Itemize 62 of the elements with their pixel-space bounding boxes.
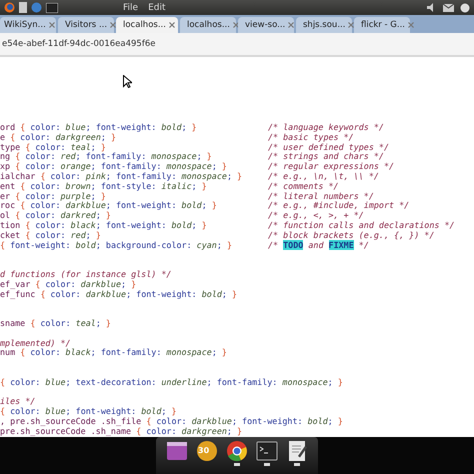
close-icon[interactable] <box>168 22 175 28</box>
browser-tab[interactable]: WikiSyn... <box>0 17 56 33</box>
menu-item[interactable]: Edit <box>147 2 166 12</box>
code-line: er { color: purple; } <box>0 192 106 201</box>
text-editor-icon[interactable] <box>286 440 308 462</box>
code-line: iles */ <box>0 397 36 408</box>
close-icon[interactable] <box>232 22 239 28</box>
code-line: ol { color: darkred; } <box>0 211 112 221</box>
code-line: , pre.sh_sourceCode .sh_file { color: darkblue; font-weight: bold; } <box>0 416 344 427</box>
code-line: ent { color: brown; font-style: italic; } <box>0 182 207 192</box>
code-line: d functions (for instance glsl) */ <box>0 270 172 280</box>
sun-icon[interactable] <box>196 440 218 462</box>
day-number-label: 30 <box>198 446 210 455</box>
code-line: xp { color: orange; font-family: monospace; } <box>0 162 228 172</box>
code-line: { color: blue; text-decoration: underline; font-family: monospace; } <box>0 378 344 388</box>
browser-tab[interactable]: localhos... <box>180 17 236 33</box>
window-icon[interactable] <box>166 440 188 462</box>
close-icon[interactable] <box>408 22 414 28</box>
code-comment: /* comments */ <box>268 182 340 192</box>
code-line: sname { color: teal; } <box>0 318 112 329</box>
browser-tab[interactable]: shjs.sou... <box>296 17 352 33</box>
code-comment: /* language keywords */ <box>268 123 385 133</box>
close-icon[interactable] <box>48 22 55 28</box>
code-line: { font-weight: bold; background-color: cyan; } <box>0 240 233 250</box>
address-bar[interactable]: e54e-abef-11df-94dc-0016ea495f6e <box>0 39 158 49</box>
code-comment: /* user defined types */ <box>268 142 390 152</box>
code-comment: /* block brackets (e.g., {, }) */ <box>268 230 436 241</box>
code-line: tion { color: black; font-weight: bold; } <box>0 220 208 231</box>
terminal-icon[interactable] <box>46 2 58 12</box>
code-line: mplemented) */ <box>0 338 72 348</box>
code-line: roc { color: darkblue; font-weight: bold; } <box>0 201 218 212</box>
browser-tab[interactable]: view-so... <box>238 17 294 33</box>
code-line: cket { color: red; } <box>0 230 102 241</box>
pointer-icon <box>123 75 132 88</box>
code-line: e { color: darkgreen; } <box>0 132 116 143</box>
code-line: ialchar { color: pink; font-family: monospace; } <box>0 172 244 182</box>
code-line: ord { color: blue; font-weight: bold; } <box>0 123 198 133</box>
code-comment: /* literal numbers */ <box>268 192 375 202</box>
close-icon[interactable] <box>288 22 294 28</box>
close-icon[interactable] <box>348 22 354 28</box>
close-icon[interactable] <box>110 22 116 28</box>
code-comment: /* e.g., #include, import */ <box>268 201 410 212</box>
code-comment: /* basic types */ <box>268 132 354 143</box>
terminal-icon[interactable] <box>256 440 278 462</box>
code-line: pre.sh_sourceCode .sh_name { color: darkgreen; } <box>0 426 242 436</box>
code-line: num { color: black; font-family: monospace; } <box>0 348 228 358</box>
code-line: ef_var { color: darkblue; } <box>0 280 136 290</box>
code-comment: /* e.g., \n, \t, \\ */ <box>268 172 380 182</box>
code-line: { color: blue; font-weight: bold; } <box>0 407 178 417</box>
code-comment: /* regular expressions */ <box>268 162 396 172</box>
menu-item[interactable]: File <box>122 2 140 12</box>
code-line: ef_func { color: darkblue; font-weight: bold; } <box>0 290 238 300</box>
code-line: ng { color: red; font-family: monospace; } <box>0 152 213 162</box>
code-comment: /* strings and chars */ <box>268 152 385 162</box>
browser-tab[interactable]: Visitors ... <box>58 17 114 33</box>
code-comment: /* function calls and declarations */ <box>268 220 456 231</box>
browser-tab[interactable]: localhos... <box>116 17 178 33</box>
mail-icon[interactable] <box>443 4 454 12</box>
code-line: type { color: teal; } <box>0 142 107 152</box>
code-comment: /* TODO and FIXME */ <box>268 240 369 250</box>
browser-icon[interactable] <box>226 440 248 462</box>
code-comment: /* e.g., <, >, + */ <box>268 211 365 221</box>
